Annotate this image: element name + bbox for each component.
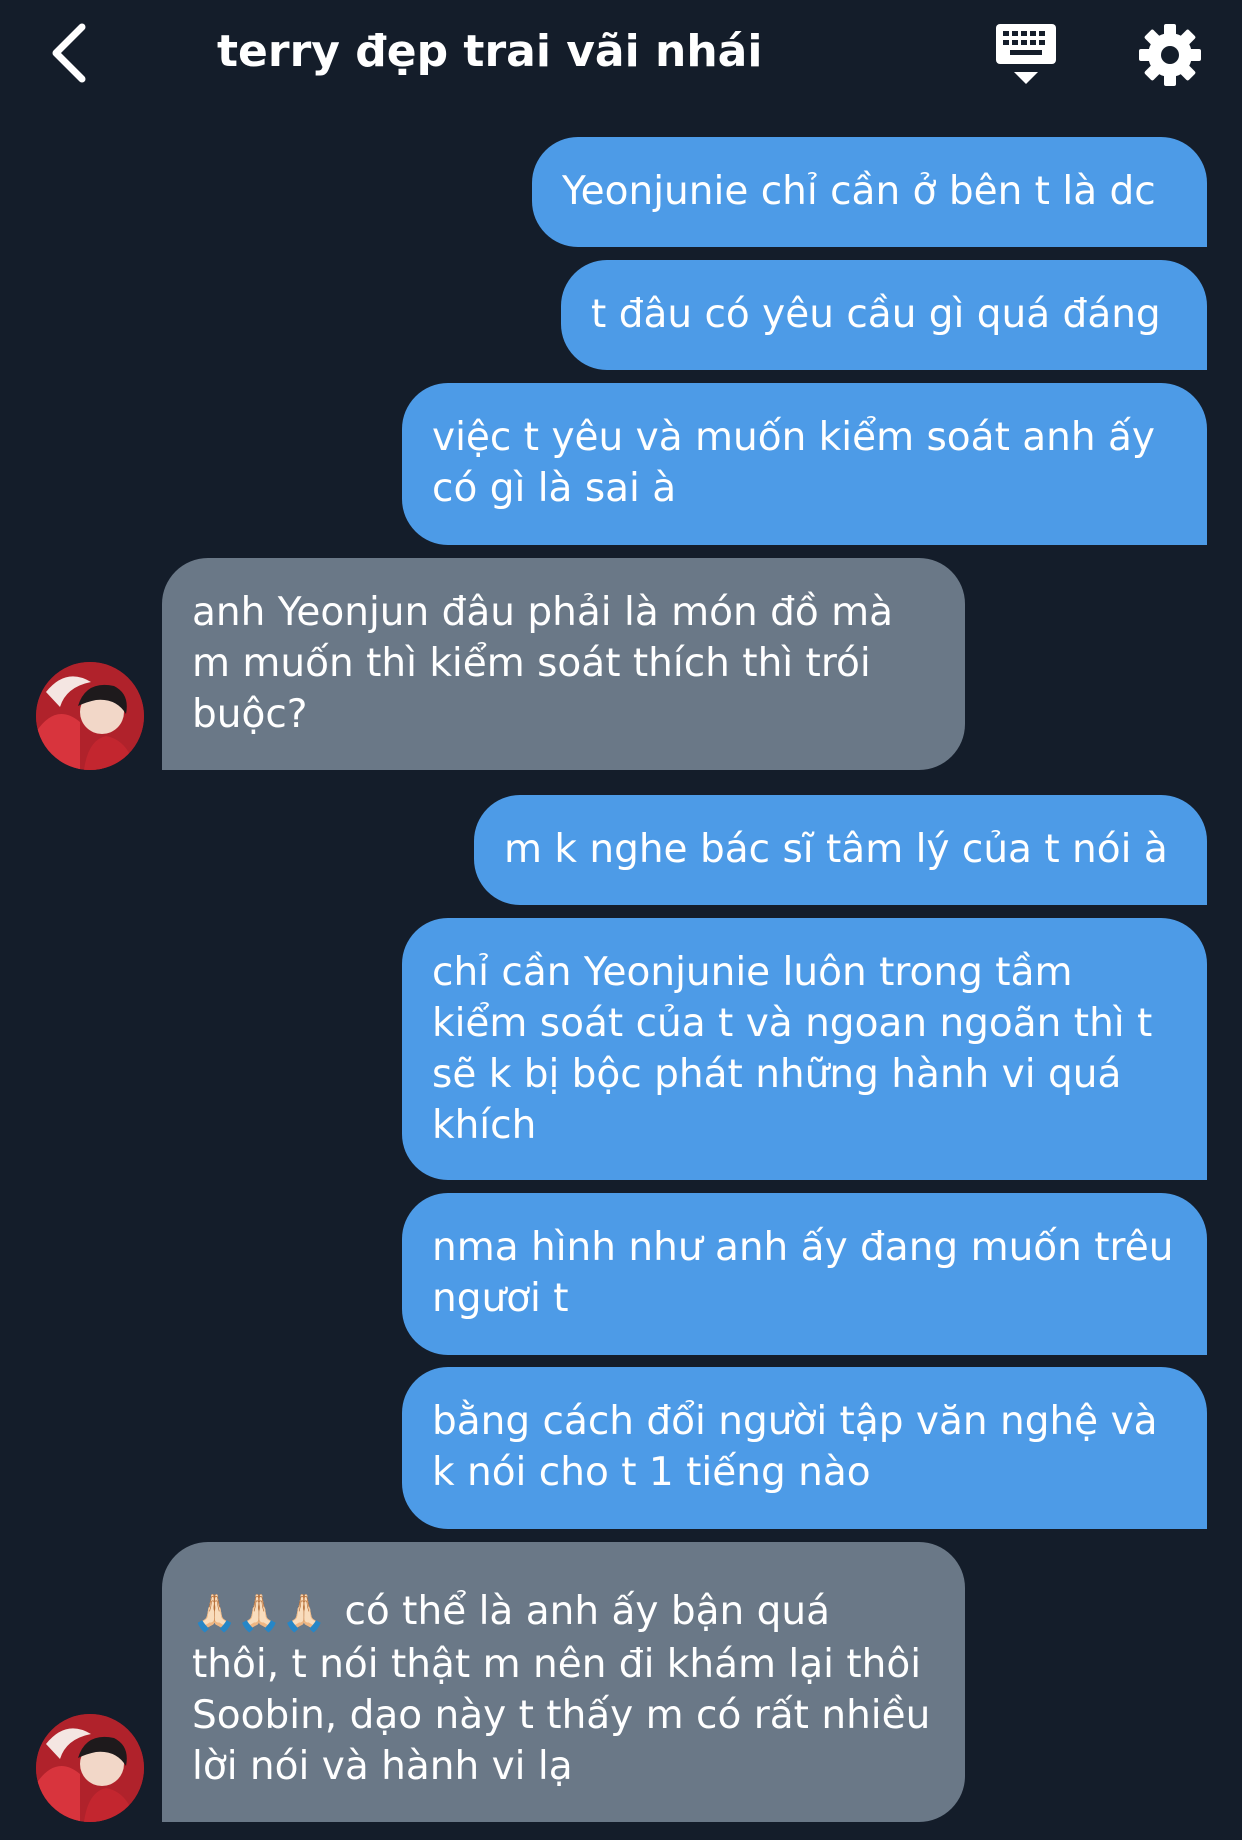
message-first-line: 🙏🏻🙏🏻🙏🏻 có thể là anh ấy bận quá xyxy=(192,1586,935,1639)
message-text: ngươi t xyxy=(432,1276,569,1321)
sent-message[interactable]: bằng cách đổi người tập văn nghệ và k nó… xyxy=(402,1367,1207,1529)
avatar-photo xyxy=(36,1714,144,1822)
message-text: khích xyxy=(432,1103,537,1148)
message-text: t đâu có yêu cầu gì quá đáng xyxy=(591,292,1161,337)
sent-message[interactable]: m k nghe bác sĩ tâm lý của t nói à xyxy=(474,795,1207,905)
message-text: lời nói và hành vi lạ xyxy=(192,1744,573,1789)
message-text: có gì là sai à xyxy=(432,466,677,511)
received-message[interactable]: 🙏🏻🙏🏻🙏🏻 có thể là anh ấy bận quá thôi, t n… xyxy=(162,1542,965,1822)
gear-icon xyxy=(1139,24,1201,86)
sent-message[interactable]: việc t yêu và muốn kiểm soát anh ấy có g… xyxy=(402,383,1207,545)
message-text: kiểm soát của t và ngoan ngoãn thì t xyxy=(432,1001,1153,1046)
message-text: thôi, t nói thật m nên đi khám lại thôi xyxy=(192,1642,922,1687)
back-button[interactable] xyxy=(40,16,100,90)
keyboard-icon xyxy=(996,24,1056,84)
avatar[interactable] xyxy=(36,1714,144,1822)
avatar-photo xyxy=(36,662,144,770)
settings-button[interactable] xyxy=(1135,20,1205,90)
message-text: có thể là anh ấy bận quá xyxy=(344,1589,830,1634)
received-message[interactable]: anh Yeonjun đâu phải là món đồ mà m muốn… xyxy=(162,558,965,770)
message-text: anh Yeonjun đâu phải là món đồ mà xyxy=(192,590,893,635)
message-text: m k nghe bác sĩ tâm lý của t nói à xyxy=(504,827,1168,872)
message-text: việc t yêu và muốn kiểm soát anh ấy xyxy=(432,415,1155,460)
keyboard-button[interactable] xyxy=(990,20,1062,90)
chevron-left-icon xyxy=(52,23,86,83)
message-text: k nói cho t 1 tiếng nào xyxy=(432,1450,871,1495)
message-text: m muốn thì kiểm soát thích thì trói xyxy=(192,641,871,686)
message-text: sẽ k bị bộc phát những hành vi quá xyxy=(432,1052,1122,1097)
sent-message[interactable]: nma hình như anh ấy đang muốn trêu ngươi… xyxy=(402,1193,1207,1355)
praying-hands-emoji: 🙏🏻🙏🏻🙏🏻 xyxy=(192,1593,327,1634)
sent-message[interactable]: t đâu có yêu cầu gì quá đáng xyxy=(561,260,1207,370)
sent-message[interactable]: Yeonjunie chỉ cần ở bên t là dc xyxy=(532,137,1207,247)
sent-message[interactable]: chỉ cần Yeonjunie luôn trong tầm kiểm so… xyxy=(402,918,1207,1180)
chat-header: terry đẹp trai vãi nhái xyxy=(0,0,1242,110)
message-text: buộc? xyxy=(192,692,308,737)
message-text: Yeonjunie chỉ cần ở bên t là dc xyxy=(562,169,1156,214)
avatar[interactable] xyxy=(36,662,144,770)
message-text: Soobin, dạo này t thấy m có rất nhiều xyxy=(192,1693,931,1738)
message-text: bằng cách đổi người tập văn nghệ và xyxy=(432,1399,1158,1444)
chat-title: terry đẹp trai vãi nhái xyxy=(217,26,763,77)
message-text: nma hình như anh ấy đang muốn trêu xyxy=(432,1225,1174,1270)
message-text: chỉ cần Yeonjunie luôn trong tầm xyxy=(432,950,1073,995)
